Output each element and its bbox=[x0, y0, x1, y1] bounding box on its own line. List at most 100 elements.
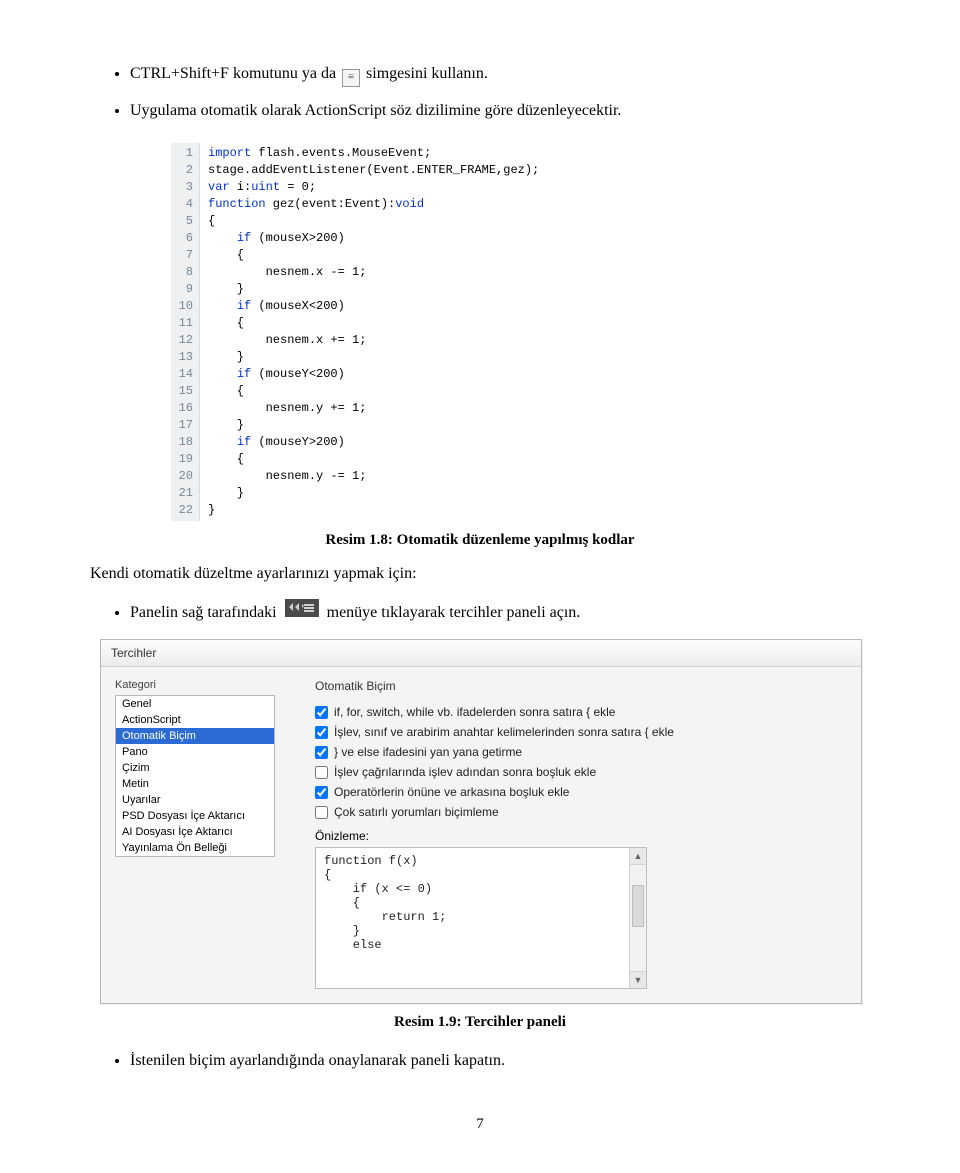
code-area: import flash.events.MouseEvent;stage.add… bbox=[200, 143, 547, 521]
category-item[interactable]: Çizim bbox=[116, 760, 274, 776]
checkbox-row: Operatörlerin önüne ve arkasına boşluk e… bbox=[315, 785, 847, 799]
code-line: import flash.events.MouseEvent; bbox=[208, 145, 539, 162]
code-screenshot: 12345678910111213141516171819202122 impo… bbox=[170, 142, 632, 522]
code-line: nesnem.x -= 1; bbox=[208, 264, 539, 281]
checkbox-label: } ve else ifadesini yan yana getirme bbox=[334, 745, 522, 759]
line-number: 7 bbox=[175, 247, 193, 264]
checkbox-row: İşlev çağrılarında işlev adından sonra b… bbox=[315, 765, 847, 779]
scroll-thumb[interactable] bbox=[632, 885, 644, 927]
line-number: 10 bbox=[175, 298, 193, 315]
category-item[interactable]: Genel bbox=[116, 696, 274, 712]
line-number: 1 bbox=[175, 145, 193, 162]
checkbox-row: İşlev, sınıf ve arabirim anahtar kelimel… bbox=[315, 725, 847, 739]
checkbox-label: İşlev, sınıf ve arabirim anahtar kelimel… bbox=[334, 725, 674, 739]
checkbox-label: İşlev çağrılarında işlev adından sonra b… bbox=[334, 765, 596, 779]
preview-code: function f(x) { if (x <= 0) { return 1; … bbox=[316, 848, 629, 988]
category-item[interactable]: ActionScript bbox=[116, 712, 274, 728]
text: CTRL+Shift+F komutunu ya da bbox=[130, 65, 336, 82]
line-number: 13 bbox=[175, 349, 193, 366]
code-line: { bbox=[208, 315, 539, 332]
bullet-list-1: CTRL+Shift+F komutunu ya da simgesini ku… bbox=[90, 60, 870, 126]
checkbox-label: Operatörlerin önüne ve arkasına boşluk e… bbox=[334, 785, 569, 799]
checkbox[interactable] bbox=[315, 726, 328, 739]
line-number: 14 bbox=[175, 366, 193, 383]
bullet-item: CTRL+Shift+F komutunu ya da simgesini ku… bbox=[130, 60, 870, 89]
checkbox-label: Çok satırlı yorumları biçimleme bbox=[334, 805, 499, 819]
code-line: { bbox=[208, 383, 539, 400]
code-line: stage.addEventListener(Event.ENTER_FRAME… bbox=[208, 162, 539, 179]
category-item[interactable]: Pano bbox=[116, 744, 274, 760]
line-number: 9 bbox=[175, 281, 193, 298]
bullet-item: İstenilen biçim ayarlandığında onaylanar… bbox=[130, 1047, 870, 1076]
code-line: } bbox=[208, 349, 539, 366]
category-label: Kategori bbox=[115, 679, 275, 691]
checkbox[interactable] bbox=[315, 806, 328, 819]
preview-label: Önizleme: bbox=[315, 829, 847, 843]
line-number: 16 bbox=[175, 400, 193, 417]
checkbox-label: if, for, switch, while vb. ifadelerden s… bbox=[334, 705, 615, 719]
code-line: { bbox=[208, 451, 539, 468]
section-title: Otomatik Biçim bbox=[315, 679, 847, 693]
line-number: 4 bbox=[175, 196, 193, 213]
line-number: 22 bbox=[175, 502, 193, 519]
line-number: 18 bbox=[175, 434, 193, 451]
page-number: 7 bbox=[90, 1116, 870, 1133]
code-line: if (mouseX<200) bbox=[208, 298, 539, 315]
code-line: function gez(event:Event):void bbox=[208, 196, 539, 213]
scroll-down-arrow[interactable]: ▼ bbox=[630, 971, 646, 988]
code-line: nesnem.y += 1; bbox=[208, 400, 539, 417]
panel-menu-icon bbox=[285, 599, 319, 628]
code-line: var i:uint = 0; bbox=[208, 179, 539, 196]
line-number: 11 bbox=[175, 315, 193, 332]
line-number: 15 bbox=[175, 383, 193, 400]
category-item[interactable]: Yayınlama Ön Belleği bbox=[116, 840, 274, 856]
category-item[interactable]: Otomatik Biçim bbox=[116, 728, 274, 744]
checkbox-row: if, for, switch, while vb. ifadelerden s… bbox=[315, 705, 847, 719]
checkbox[interactable] bbox=[315, 766, 328, 779]
scroll-track[interactable] bbox=[630, 865, 646, 971]
checkbox[interactable] bbox=[315, 786, 328, 799]
checkbox-group: if, for, switch, while vb. ifadelerden s… bbox=[315, 705, 847, 819]
code-line: if (mouseX>200) bbox=[208, 230, 539, 247]
category-list[interactable]: GenelActionScriptOtomatik BiçimPanoÇizim… bbox=[115, 695, 275, 857]
figure-caption: Resim 1.9: Tercihler paneli bbox=[90, 1014, 870, 1031]
checkbox[interactable] bbox=[315, 746, 328, 759]
window-title: Tercihler bbox=[101, 640, 861, 667]
code-line: } bbox=[208, 485, 539, 502]
checkbox[interactable] bbox=[315, 706, 328, 719]
line-number: 20 bbox=[175, 468, 193, 485]
category-item[interactable]: AI Dosyası İçe Aktarıcı bbox=[116, 824, 274, 840]
format-icon bbox=[342, 69, 360, 87]
code-line: } bbox=[208, 502, 539, 519]
line-number: 8 bbox=[175, 264, 193, 281]
preview-box: function f(x) { if (x <= 0) { return 1; … bbox=[315, 847, 647, 989]
bullet-list-3: İstenilen biçim ayarlandığında onaylanar… bbox=[90, 1047, 870, 1076]
text: menüye tıklayarak tercihler paneli açın. bbox=[327, 604, 581, 621]
code-line: if (mouseY<200) bbox=[208, 366, 539, 383]
scroll-up-arrow[interactable]: ▲ bbox=[630, 848, 646, 865]
bullet-list-2: Panelin sağ tarafındaki menüye tıklayara… bbox=[90, 599, 870, 628]
line-number: 17 bbox=[175, 417, 193, 434]
text: simgesini kullanın. bbox=[366, 65, 488, 82]
code-line: nesnem.y -= 1; bbox=[208, 468, 539, 485]
code-gutter: 12345678910111213141516171819202122 bbox=[171, 143, 200, 521]
line-number: 6 bbox=[175, 230, 193, 247]
bullet-item: Panelin sağ tarafındaki menüye tıklayara… bbox=[130, 599, 870, 628]
line-number: 5 bbox=[175, 213, 193, 230]
code-line: { bbox=[208, 213, 539, 230]
category-item[interactable]: Metin bbox=[116, 776, 274, 792]
line-number: 21 bbox=[175, 485, 193, 502]
line-number: 19 bbox=[175, 451, 193, 468]
line-number: 2 bbox=[175, 162, 193, 179]
code-line: { bbox=[208, 247, 539, 264]
bullet-item: Uygulama otomatik olarak ActionScript sö… bbox=[130, 97, 870, 126]
scrollbar[interactable]: ▲ ▼ bbox=[629, 848, 646, 988]
text: Panelin sağ tarafındaki bbox=[130, 604, 277, 621]
category-item[interactable]: Uyarılar bbox=[116, 792, 274, 808]
category-item[interactable]: PSD Dosyası İçe Aktarıcı bbox=[116, 808, 274, 824]
line-number: 12 bbox=[175, 332, 193, 349]
code-line: nesnem.x += 1; bbox=[208, 332, 539, 349]
preferences-window: Tercihler Kategori GenelActionScriptOtom… bbox=[100, 639, 862, 1004]
code-line: } bbox=[208, 281, 539, 298]
checkbox-row: Çok satırlı yorumları biçimleme bbox=[315, 805, 847, 819]
